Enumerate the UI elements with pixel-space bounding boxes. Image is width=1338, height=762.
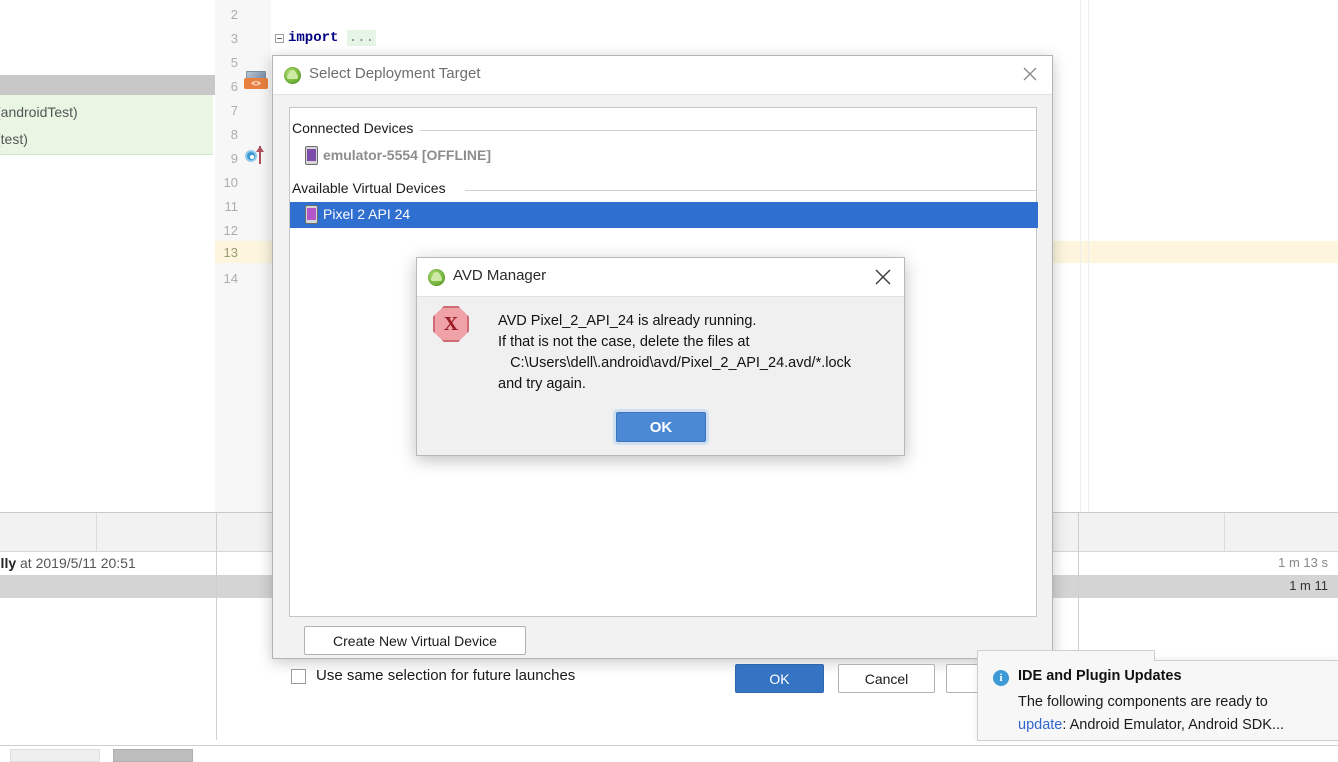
group-connected-devices: Connected Devices bbox=[290, 120, 1038, 140]
use-same-selection-label[interactable]: Use same selection for future launches bbox=[316, 667, 575, 684]
android-studio-icon bbox=[428, 269, 445, 286]
line-number: 9 bbox=[214, 151, 238, 166]
use-same-selection-checkbox[interactable] bbox=[291, 669, 306, 684]
completion-popup-header bbox=[0, 75, 215, 95]
avd-ok-button[interactable]: OK bbox=[616, 412, 706, 442]
line-number: 10 bbox=[214, 175, 238, 190]
notification-body: The following components are ready to up… bbox=[1018, 691, 1333, 737]
windows-taskbar[interactable] bbox=[0, 745, 1338, 762]
dialog-title: Select Deployment Target bbox=[309, 65, 480, 82]
ok-button[interactable]: OK bbox=[735, 664, 824, 693]
ide-notification-balloon[interactable]: i IDE and Plugin Updates The following c… bbox=[977, 660, 1338, 741]
device-label: Pixel 2 API 24 bbox=[323, 206, 410, 222]
notification-body-line2: : Android Emulator, Android SDK... bbox=[1062, 717, 1284, 733]
layout-xml-icon[interactable]: <> bbox=[244, 71, 268, 89]
octagon-x-glyph: X bbox=[433, 306, 469, 342]
create-new-virtual-device-button[interactable]: Create New Virtual Device bbox=[304, 626, 526, 655]
info-icon: i bbox=[993, 670, 1009, 686]
line-number: 2 bbox=[214, 7, 238, 22]
phone-icon bbox=[305, 146, 318, 165]
override-arrow-shape bbox=[259, 146, 261, 164]
code-keyword-import: import bbox=[288, 30, 338, 46]
line-number: 6 bbox=[214, 79, 238, 94]
line-number: 7 bbox=[214, 103, 238, 118]
close-icon[interactable] bbox=[862, 258, 904, 295]
avd-error-message: AVD Pixel_2_API_24 is already running. I… bbox=[498, 311, 898, 395]
group-available-virtual-devices: Available Virtual Devices bbox=[290, 180, 1038, 200]
group-label: Available Virtual Devices bbox=[292, 180, 453, 196]
notification-title: IDE and Plugin Updates bbox=[1018, 668, 1182, 684]
group-separator-line bbox=[465, 190, 1036, 191]
code-folded-ellipsis[interactable]: ... bbox=[347, 30, 376, 46]
line-number: 3 bbox=[214, 31, 238, 46]
build-row-duration: 1 m 11 bbox=[1289, 578, 1328, 593]
line-number-current: 13 bbox=[214, 245, 238, 260]
layout-tag-label: <> bbox=[244, 78, 268, 89]
line-number: 12 bbox=[214, 223, 238, 238]
override-marker-icon[interactable] bbox=[245, 146, 267, 166]
panel-vertical-splitter-left[interactable] bbox=[216, 513, 217, 740]
taskbar-item-active[interactable] bbox=[113, 749, 193, 762]
error-octagon-icon: X bbox=[433, 306, 469, 342]
notification-tab-nub bbox=[977, 650, 1155, 661]
build-row-duration: 1 m 13 s bbox=[1278, 555, 1328, 570]
avd-dialog-titlebar: AVD Manager bbox=[417, 258, 904, 297]
panel-header-divider-1 bbox=[96, 513, 97, 551]
dialog-titlebar: Select Deployment Target bbox=[273, 56, 1052, 95]
completion-item-test[interactable]: (test) bbox=[0, 131, 28, 147]
build-row-text: ully at 2019/5/11 20:51 bbox=[0, 555, 136, 571]
update-link[interactable]: update bbox=[1018, 717, 1062, 733]
line-number: 8 bbox=[214, 127, 238, 142]
dialog-footer: Use same selection for future launches O… bbox=[273, 659, 1052, 714]
group-separator-line bbox=[420, 130, 1036, 131]
cancel-button[interactable]: Cancel bbox=[838, 664, 935, 693]
completion-item-androidtest[interactable]: (androidTest) bbox=[0, 104, 78, 120]
code-line-import[interactable]: import ... bbox=[288, 30, 376, 46]
group-label: Connected Devices bbox=[292, 120, 420, 136]
avd-dialog-title: AVD Manager bbox=[453, 267, 546, 284]
taskbar-item[interactable] bbox=[10, 749, 100, 762]
line-number: 14 bbox=[214, 271, 238, 286]
editor-right-margin-guide bbox=[1080, 0, 1081, 512]
android-studio-icon bbox=[284, 67, 301, 84]
line-number: 5 bbox=[214, 55, 238, 70]
panel-header-divider-2 bbox=[1224, 513, 1225, 551]
line-number: 11 bbox=[214, 199, 238, 214]
device-row-emulator-5554[interactable]: emulator-5554 [OFFLINE] bbox=[290, 143, 1038, 169]
editor-right-margin-guide-2 bbox=[1088, 0, 1089, 512]
completion-popup-list[interactable]: (androidTest) (test) bbox=[0, 95, 213, 155]
device-row-pixel-2-api-24[interactable]: Pixel 2 API 24 bbox=[290, 202, 1038, 228]
phone-icon bbox=[305, 205, 318, 224]
code-fold-toggle[interactable] bbox=[275, 34, 284, 43]
close-icon[interactable] bbox=[1008, 56, 1052, 93]
notification-body-line1: The following components are ready to bbox=[1018, 694, 1268, 710]
device-label: emulator-5554 [OFFLINE] bbox=[323, 147, 491, 163]
avd-manager-dialog[interactable]: AVD Manager X AVD Pixel_2_API_24 is alre… bbox=[416, 257, 905, 456]
